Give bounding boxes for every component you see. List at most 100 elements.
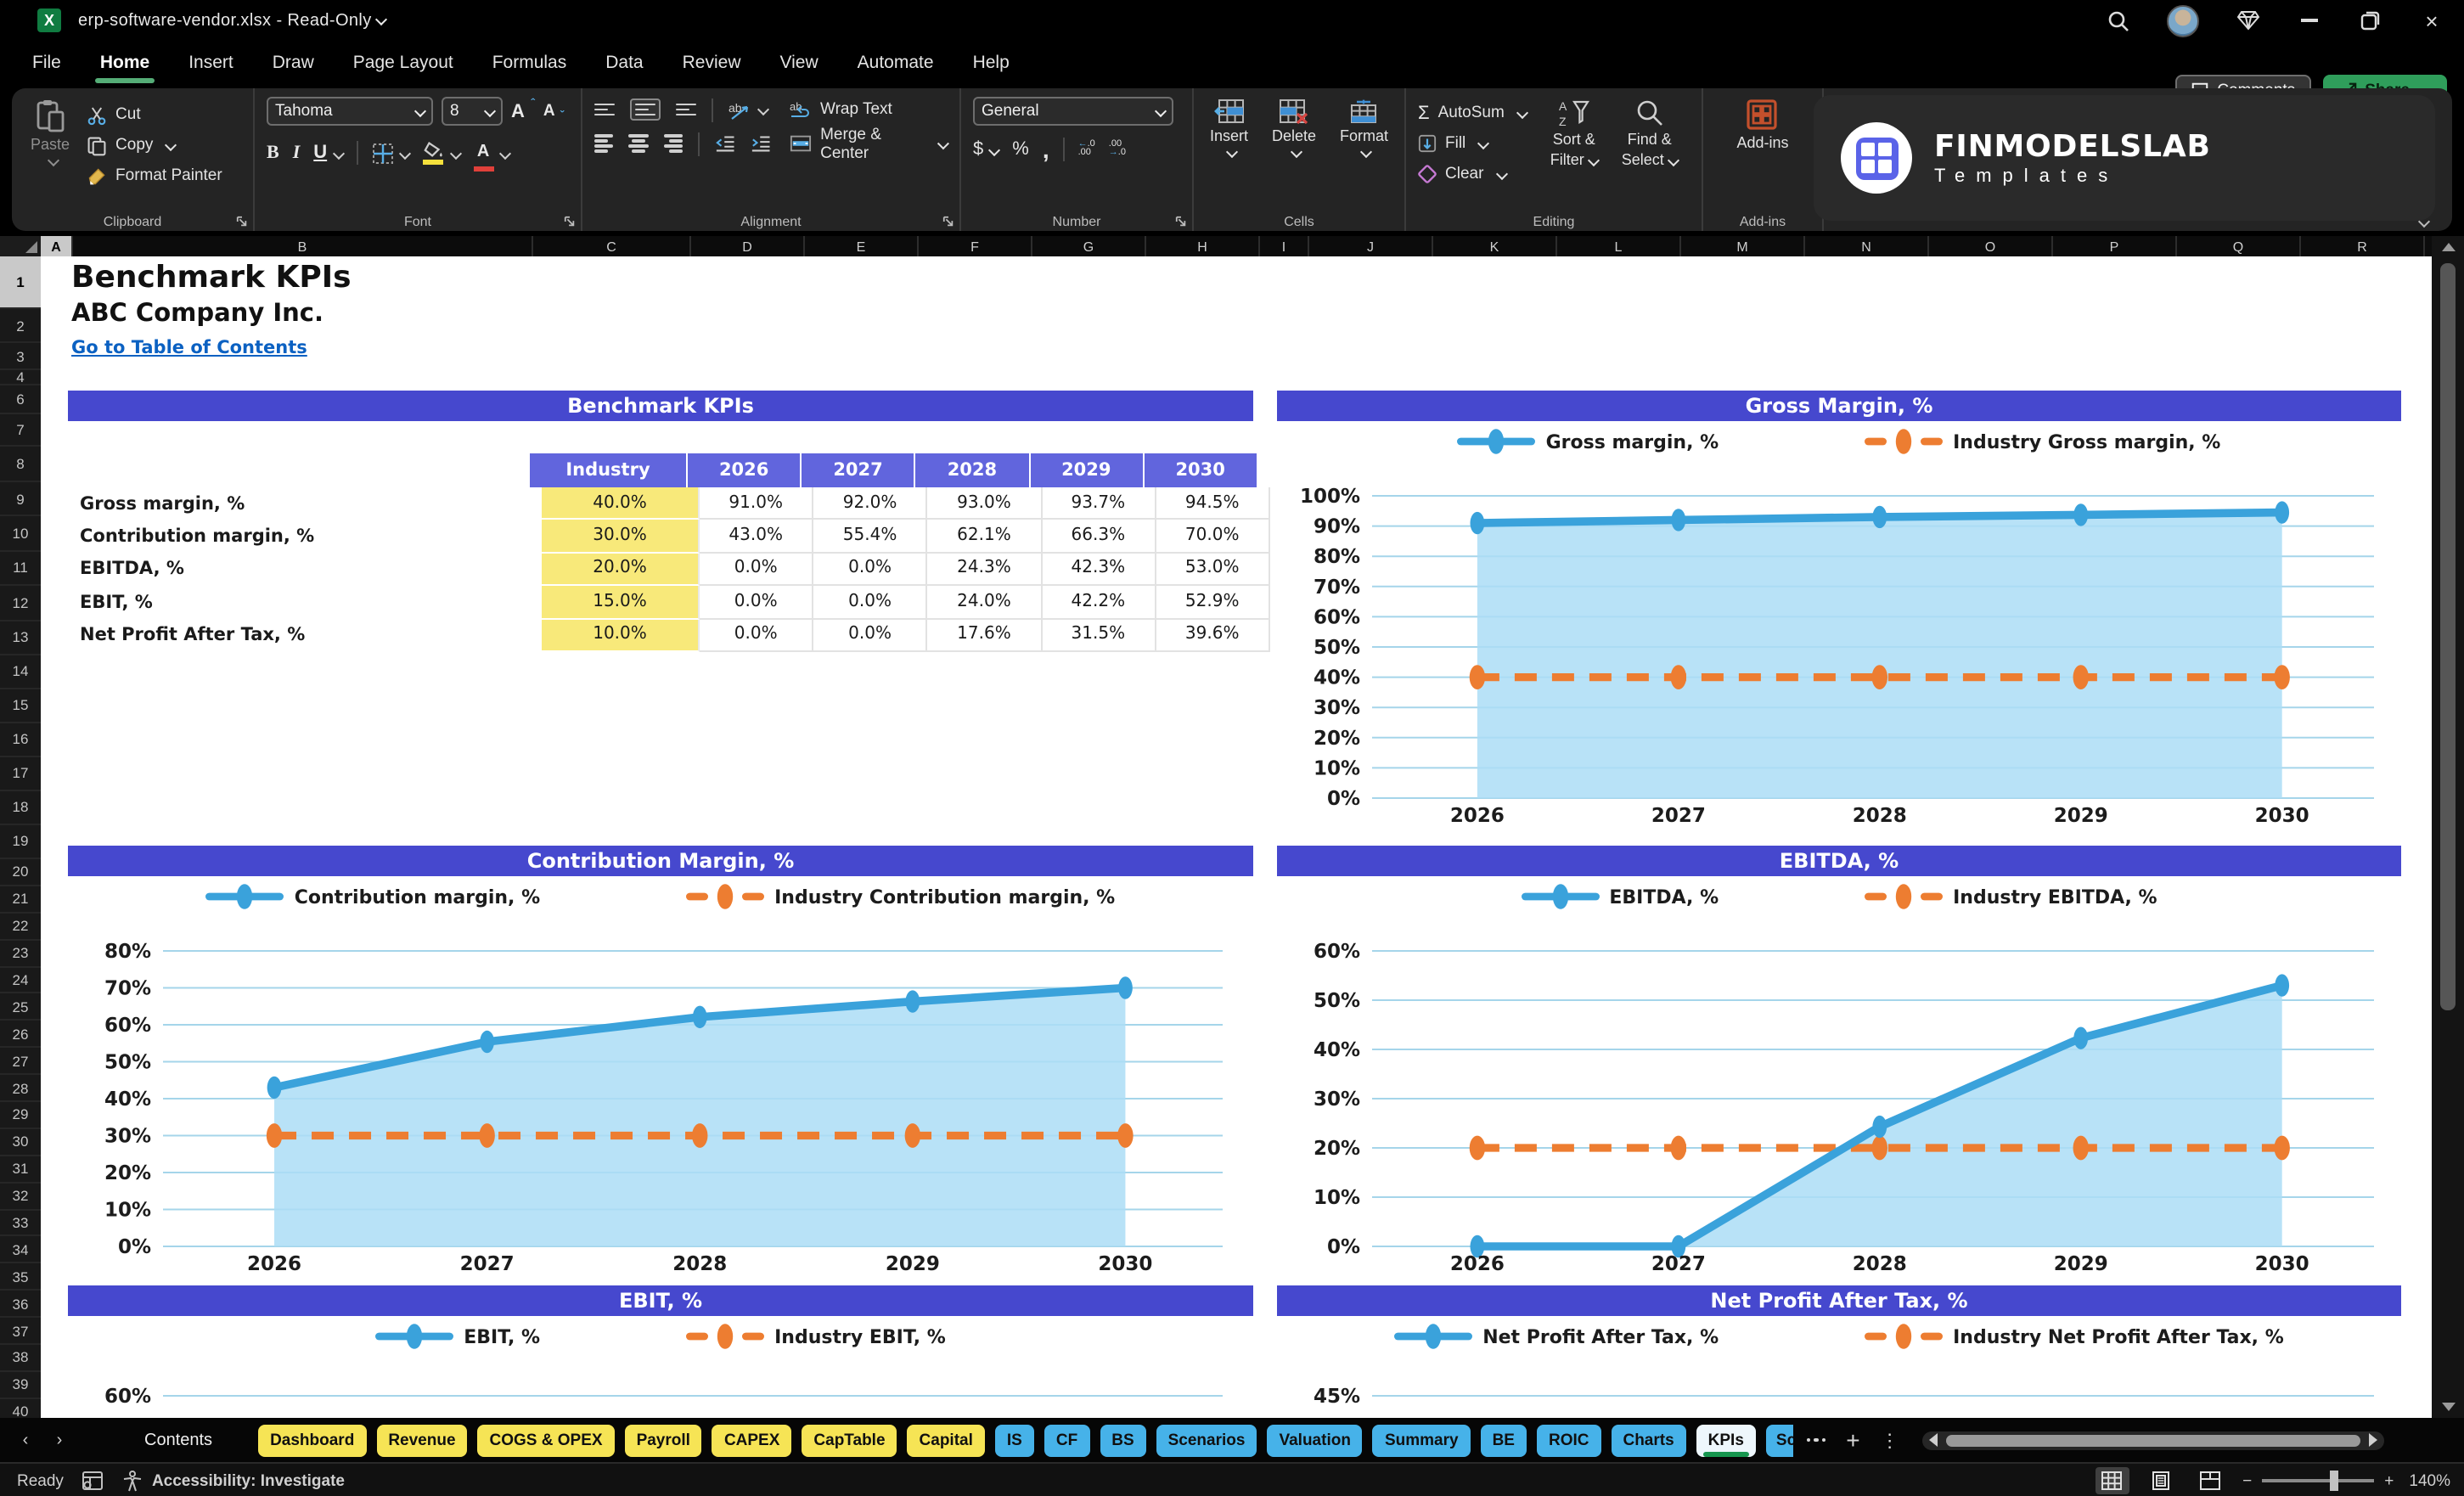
fill-button[interactable]: Fill <box>1418 131 1527 156</box>
column-header-H[interactable]: H <box>1146 236 1260 256</box>
row-header-10[interactable]: 10 <box>0 517 41 552</box>
zoom-level[interactable]: 140% <box>2409 1471 2450 1490</box>
worksheet-canvas[interactable]: Benchmark KPIs ABC Company Inc. Go to Ta… <box>41 256 2432 1418</box>
sheet-nav-right-icon[interactable]: › <box>48 1431 71 1449</box>
sheet-tab-roic[interactable]: ROIC <box>1536 1424 1601 1456</box>
search-icon[interactable] <box>2106 8 2129 32</box>
restore-button[interactable] <box>2359 8 2382 32</box>
row-header-38[interactable]: 38 <box>0 1345 41 1372</box>
industry-value-cell[interactable]: 10.0% <box>542 619 700 652</box>
read-only-badge[interactable]: Read-Only <box>287 11 371 30</box>
sheet-nav-left-icon[interactable]: ‹ <box>14 1431 37 1449</box>
value-cell[interactable]: 0.0% <box>700 586 814 620</box>
row-header-26[interactable]: 26 <box>0 1021 41 1049</box>
find-select-button[interactable]: Find & Select <box>1615 97 1685 209</box>
cut-button[interactable]: Cut <box>87 102 222 127</box>
avatar[interactable] <box>2167 4 2199 37</box>
menu-tab-draw[interactable]: Draw <box>271 49 316 76</box>
fill-color-button[interactable] <box>422 141 444 165</box>
kpi-col-header-2026[interactable]: 2026 <box>688 453 802 487</box>
value-cell[interactable]: 42.2% <box>1042 586 1156 620</box>
row-header-28[interactable]: 28 <box>0 1075 41 1102</box>
number-dialog-launcher-icon[interactable] <box>1175 215 1187 227</box>
row-header-37[interactable]: 37 <box>0 1318 41 1345</box>
row-header-3[interactable]: 3 <box>0 343 41 370</box>
menu-tab-view[interactable]: View <box>779 49 820 76</box>
row-header-30[interactable]: 30 <box>0 1129 41 1156</box>
value-cell[interactable]: 24.3% <box>927 553 1043 587</box>
column-header-Q[interactable]: Q <box>2177 236 2301 256</box>
decrease-decimal-button[interactable]: .00 →.0 <box>1109 140 1126 158</box>
scroll-down-arrow-icon[interactable] <box>2442 1403 2456 1411</box>
sheet-tab-is[interactable]: IS <box>994 1424 1034 1456</box>
value-cell[interactable]: 93.0% <box>927 487 1043 520</box>
sheet-options-kebab-icon[interactable]: ⋮ <box>1881 1429 1899 1451</box>
sheet-tab-cf[interactable]: CF <box>1044 1424 1090 1456</box>
percent-style-button[interactable]: % <box>1012 139 1029 160</box>
menu-tab-insert[interactable]: Insert <box>187 49 235 76</box>
borders-chevron[interactable] <box>398 146 411 160</box>
row-header-14[interactable]: 14 <box>0 655 41 689</box>
font-color-chevron[interactable] <box>498 146 511 160</box>
copy-button[interactable]: Copy <box>87 132 222 158</box>
row-header-25[interactable]: 25 <box>0 994 41 1021</box>
value-cell[interactable]: 62.1% <box>927 520 1043 554</box>
font-dialog-launcher-icon[interactable] <box>564 215 576 227</box>
kpi-col-header-2030[interactable]: 2030 <box>1144 453 1258 487</box>
row-header-29[interactable]: 29 <box>0 1102 41 1129</box>
paste-button[interactable]: Paste <box>24 97 76 209</box>
sheet-tab-summary[interactable]: Summary <box>1372 1424 1471 1456</box>
column-header-A[interactable]: A <box>41 236 73 256</box>
value-cell[interactable]: 17.6% <box>927 619 1043 652</box>
value-cell[interactable]: 92.0% <box>813 487 928 520</box>
row-header-24[interactable]: 24 <box>0 967 41 994</box>
sheet-tab-bs[interactable]: BS <box>1100 1424 1146 1456</box>
value-cell[interactable]: 55.4% <box>813 520 928 554</box>
column-header-J[interactable]: J <box>1309 236 1433 256</box>
minimize-button[interactable] <box>2298 8 2321 32</box>
format-painter-button[interactable]: Format Painter <box>87 163 222 188</box>
value-cell[interactable]: 24.0% <box>927 586 1043 620</box>
menu-tab-home[interactable]: Home <box>94 49 155 83</box>
value-cell[interactable]: 39.6% <box>1156 619 1270 652</box>
value-cell[interactable]: 42.3% <box>1042 553 1156 587</box>
column-header-B[interactable]: B <box>73 236 533 256</box>
value-cell[interactable]: 0.0% <box>813 619 928 652</box>
clear-button[interactable]: Clear <box>1418 161 1527 187</box>
column-header-N[interactable]: N <box>1805 236 1929 256</box>
industry-value-cell[interactable]: 40.0% <box>542 487 700 520</box>
zoom-slider-handle[interactable] <box>2329 1471 2338 1491</box>
row-header-39[interactable]: 39 <box>0 1372 41 1399</box>
row-header-22[interactable]: 22 <box>0 913 41 941</box>
menu-tab-formulas[interactable]: Formulas <box>491 49 569 76</box>
menu-tab-review[interactable]: Review <box>681 49 743 76</box>
horizontal-scroll-thumb[interactable] <box>1946 1434 2361 1446</box>
decrease-indent-icon[interactable] <box>714 134 734 153</box>
sheet-tab-dashboard[interactable]: Dashboard <box>258 1424 367 1456</box>
menu-tab-page-layout[interactable]: Page Layout <box>352 49 455 76</box>
align-top-icon[interactable] <box>594 103 615 116</box>
row-header-33[interactable]: 33 <box>0 1210 41 1237</box>
page-break-view-button[interactable] <box>2193 1467 2227 1494</box>
align-left-icon[interactable] <box>594 134 614 153</box>
row-header-35[interactable]: 35 <box>0 1264 41 1291</box>
select-all-corner[interactable] <box>0 236 41 256</box>
sheet-tab-contents[interactable]: Contents <box>132 1424 224 1456</box>
shrink-font-button[interactable]: Aˆ <box>543 99 565 120</box>
kpi-col-header-industry[interactable]: Industry <box>530 453 688 487</box>
scroll-right-arrow-icon[interactable] <box>2369 1433 2378 1447</box>
value-cell[interactable]: 70.0% <box>1156 520 1270 554</box>
menu-tab-automate[interactable]: Automate <box>856 49 936 76</box>
sheet-tab-capital[interactable]: Capital <box>907 1424 985 1456</box>
column-header-K[interactable]: K <box>1433 236 1557 256</box>
sheet-tab-be[interactable]: BE <box>1480 1424 1527 1456</box>
value-cell[interactable]: 0.0% <box>700 553 814 587</box>
column-header-R[interactable]: R <box>2301 236 2425 256</box>
borders-icon[interactable] <box>371 142 393 164</box>
sheet-tab-capex[interactable]: CAPEX <box>712 1424 792 1456</box>
sheet-tab-charts[interactable]: Charts <box>1611 1424 1686 1456</box>
industry-value-cell[interactable]: 20.0% <box>542 553 700 587</box>
row-header-36[interactable]: 36 <box>0 1291 41 1319</box>
row-header-23[interactable]: 23 <box>0 940 41 968</box>
zoom-out-icon[interactable]: − <box>2242 1471 2252 1490</box>
